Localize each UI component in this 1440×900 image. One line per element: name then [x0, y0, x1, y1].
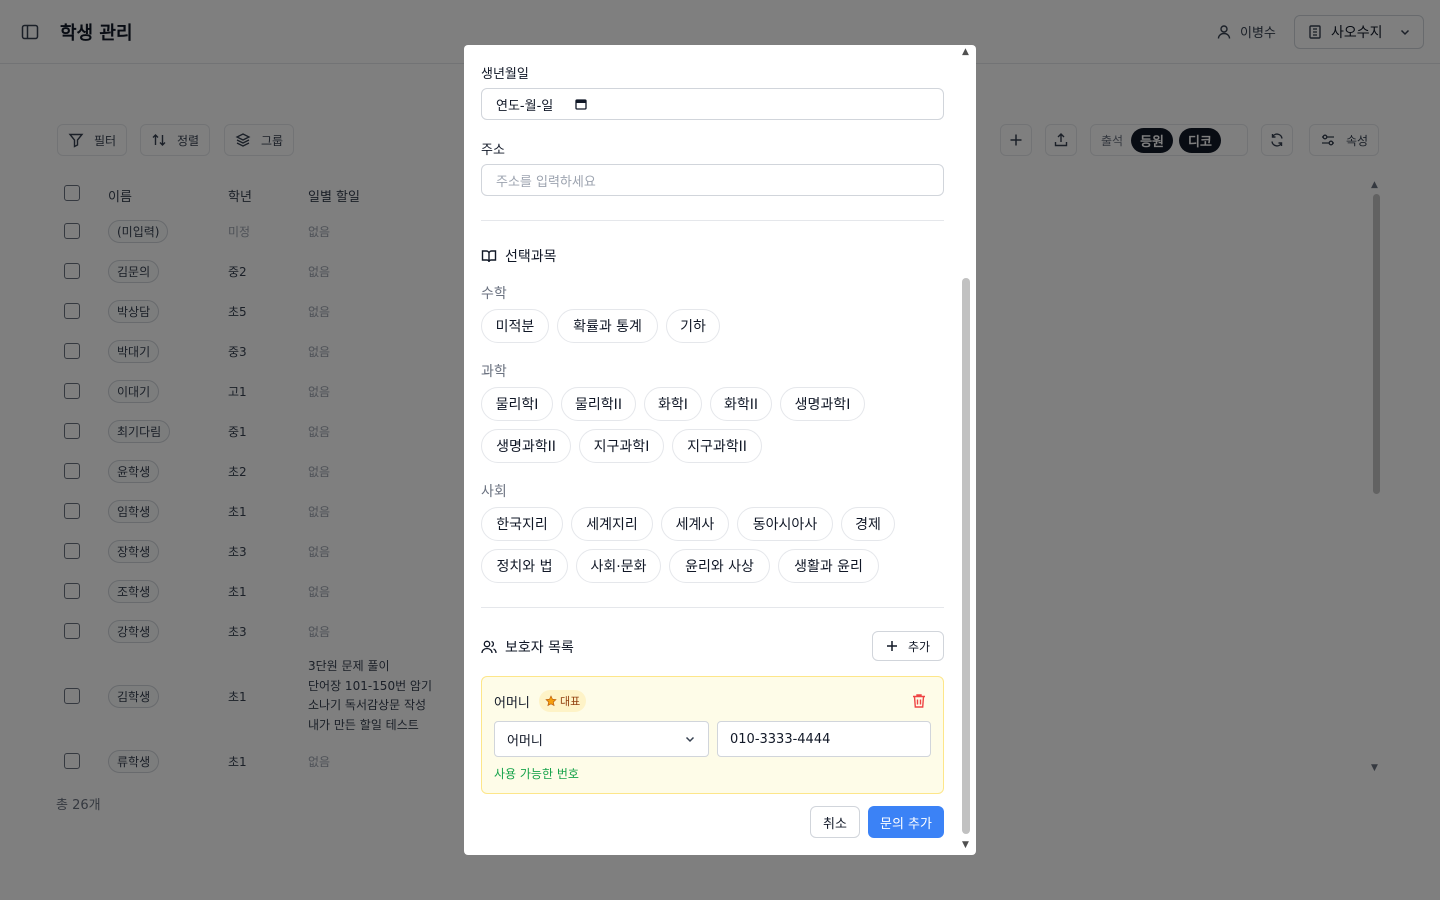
subject-chip[interactable]: 윤리와 사상 — [669, 549, 770, 583]
primary-guardian-badge[interactable]: 대표 — [539, 690, 587, 712]
add-guardian-label: 추가 — [907, 639, 931, 654]
plus-icon — [886, 640, 898, 652]
modal-scroll-up-arrow-icon[interactable]: ▲ — [962, 47, 969, 57]
subject-chip[interactable]: 생명과학I — [780, 387, 865, 421]
subject-chip[interactable]: 생활과 윤리 — [778, 549, 879, 583]
subject-chip[interactable]: 화학II — [710, 387, 772, 421]
subject-chip[interactable]: 기하 — [666, 309, 720, 343]
address-label: 주소 — [481, 143, 505, 158]
modal-scrollbar[interactable] — [962, 278, 970, 834]
subject-chip[interactable]: 경제 — [841, 507, 895, 541]
subjects-title: 선택과목 — [505, 249, 557, 265]
users-icon — [481, 639, 497, 655]
subject-chip[interactable]: 세계지리 — [571, 507, 653, 541]
guardians-title: 보호자 목록 — [505, 640, 574, 656]
guardian-relation-value: 어머니 — [507, 733, 543, 749]
subject-chip[interactable]: 생명과학II — [481, 429, 571, 463]
subject-chip[interactable]: 사회·문화 — [576, 549, 661, 583]
subject-chip[interactable]: 세계사 — [661, 507, 729, 541]
subject-chip[interactable]: 화학I — [644, 387, 702, 421]
address-placeholder: 주소를 입력하세요 — [496, 174, 596, 190]
book-open-icon — [481, 248, 497, 264]
birthdate-input[interactable]: 연도-월-일 — [481, 88, 944, 120]
guardian-phone-input[interactable]: 010-3333-4444 — [717, 721, 931, 757]
category-label-math: 수학 — [481, 286, 507, 302]
subject-chip[interactable]: 확률과 통계 — [557, 309, 658, 343]
phone-status-message: 사용 가능한 번호 — [494, 767, 579, 781]
birthdate-label: 생년월일 — [481, 67, 529, 82]
subjects-section-title: 선택과목 — [481, 246, 557, 266]
subject-chip[interactable]: 지구과학II — [672, 429, 762, 463]
guardian-phone-value: 010-3333-4444 — [730, 731, 831, 747]
subject-chip[interactable]: 물리학I — [481, 387, 553, 421]
chevron-down-icon — [684, 733, 696, 745]
birthdate-value: 연도-월-일 — [496, 98, 554, 114]
subject-chip[interactable]: 물리학II — [561, 387, 636, 421]
cancel-button[interactable]: 취소 — [810, 806, 860, 838]
category-label-science: 과학 — [481, 364, 507, 380]
primary-badge-label: 대표 — [560, 695, 581, 708]
modal-scroll-down-arrow-icon[interactable]: ▼ — [962, 840, 969, 850]
subject-chip[interactable]: 정치와 법 — [481, 549, 568, 583]
divider — [481, 607, 944, 608]
subject-chip[interactable]: 동아시아사 — [737, 507, 833, 541]
add-guardian-button[interactable]: 추가 — [872, 631, 944, 661]
subject-chip[interactable]: 지구과학I — [579, 429, 664, 463]
submit-inquiry-button[interactable]: 문의 추가 — [868, 806, 944, 838]
guardians-section-title: 보호자 목록 — [481, 637, 574, 657]
category-label-social: 사회 — [481, 484, 507, 500]
guardian-relation-select[interactable]: 어머니 — [494, 721, 709, 757]
star-icon — [545, 695, 557, 707]
guardian-name: 어머니 — [494, 696, 530, 711]
divider — [481, 220, 944, 221]
address-input[interactable]: 주소를 입력하세요 — [481, 164, 944, 196]
delete-guardian-trash-icon[interactable] — [910, 692, 928, 710]
subject-chip[interactable]: 미적분 — [481, 309, 549, 343]
subject-chip[interactable]: 한국지리 — [481, 507, 563, 541]
calendar-icon[interactable] — [575, 98, 587, 110]
